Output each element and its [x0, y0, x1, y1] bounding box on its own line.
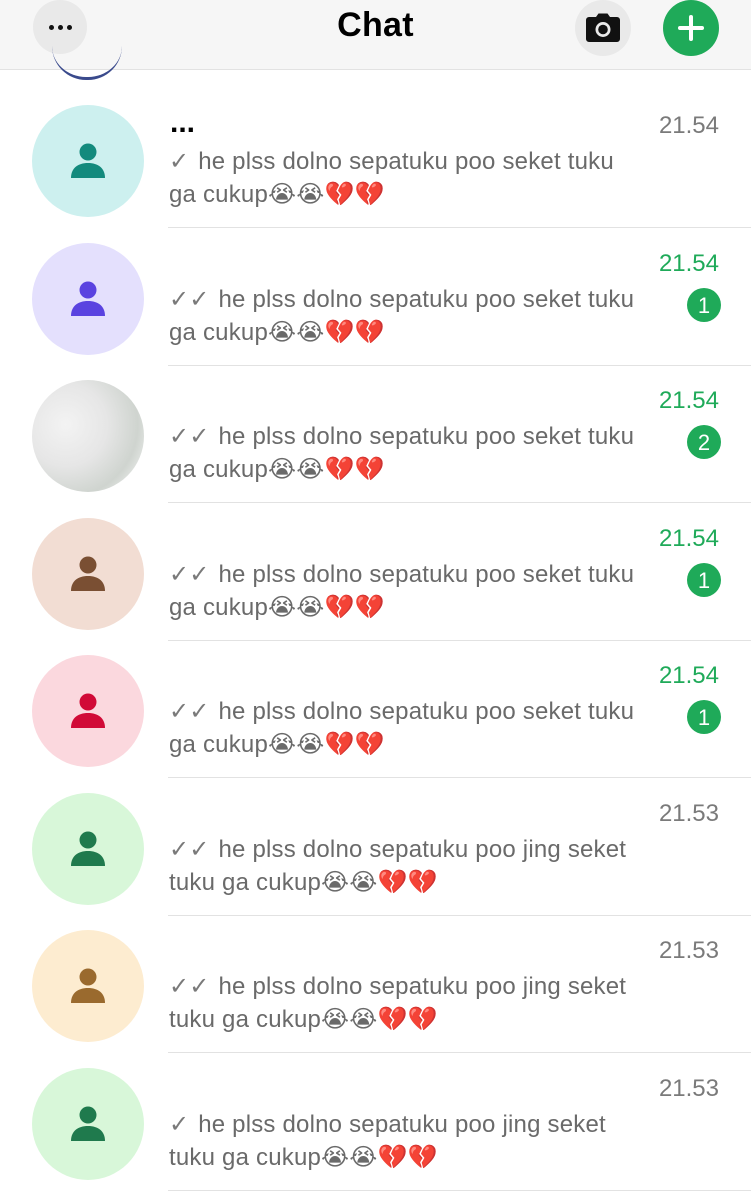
chat-row[interactable]: ✓✓ he plss dolno sepatuku poo seket tuku…	[0, 228, 751, 366]
message-preview: ✓ he plss dolno sepatuku poo jing seket …	[169, 1108, 644, 1174]
check-icon: ✓	[169, 1111, 190, 1138]
message-text: he plss dolno sepatuku poo seket tuku ga…	[169, 286, 635, 346]
message-text: he plss dolno sepatuku poo jing seket tu…	[169, 973, 627, 1033]
camera-icon	[586, 13, 620, 42]
avatar[interactable]	[32, 793, 144, 905]
message-preview: ✓✓ he plss dolno sepatuku poo seket tuku…	[169, 283, 644, 349]
chat-row[interactable]: ✓✓ he plss dolno sepatuku poo jing seket…	[0, 778, 751, 916]
avatar[interactable]	[32, 380, 144, 492]
avatar[interactable]	[32, 1068, 144, 1180]
person-icon	[71, 556, 105, 591]
contact-name	[170, 244, 630, 278]
chat-row[interactable]: ✓✓ he plss dolno sepatuku poo seket tuku…	[0, 503, 751, 641]
avatar[interactable]	[32, 105, 144, 217]
message-preview: ✓✓ he plss dolno sepatuku poo seket tuku…	[169, 558, 644, 624]
camera-button[interactable]	[575, 0, 631, 56]
chat-row[interactable]: ✓✓ he plss dolno sepatuku poo seket tuku…	[0, 365, 751, 503]
chat-row[interactable]: ... ✓ he plss dolno sepatuku poo seket tu…	[0, 90, 751, 228]
page-title: Chat	[337, 6, 414, 44]
double-check-icon: ✓✓	[169, 561, 210, 588]
person-icon	[71, 1106, 105, 1141]
contact-name: ...	[170, 106, 196, 139]
avatar[interactable]	[52, 46, 122, 80]
message-text: he plss dolno sepatuku poo jing seket tu…	[169, 836, 627, 896]
message-text: he plss dolno sepatuku poo jing seket tu…	[169, 1111, 606, 1171]
divider	[168, 1190, 751, 1191]
plus-icon	[678, 15, 704, 41]
unread-badge: 1	[687, 700, 721, 734]
message-text: he plss dolno sepatuku poo seket tuku ga…	[169, 148, 614, 208]
contact-name	[170, 519, 630, 553]
message-preview: ✓✓ he plss dolno sepatuku poo jing seket…	[169, 833, 644, 899]
timestamp: 21.53	[658, 800, 719, 827]
contact-name	[170, 1069, 630, 1103]
timestamp: 21.54	[658, 662, 719, 689]
person-icon	[71, 143, 105, 178]
avatar[interactable]	[32, 930, 144, 1042]
unread-badge: 1	[687, 563, 721, 597]
person-icon	[71, 968, 105, 1003]
timestamp: 21.54	[658, 250, 719, 277]
double-check-icon: ✓✓	[169, 286, 210, 313]
timestamp: 21.54	[658, 387, 719, 414]
timestamp: 21.53	[658, 937, 719, 964]
message-text: he plss dolno sepatuku poo seket tuku ga…	[169, 698, 635, 758]
chat-row[interactable]: ✓✓ he plss dolno sepatuku poo jing seket…	[0, 915, 751, 1053]
person-icon	[71, 831, 105, 866]
message-preview: ✓✓ he plss dolno sepatuku poo seket tuku…	[169, 420, 644, 486]
avatar[interactable]	[32, 243, 144, 355]
new-chat-button[interactable]	[663, 0, 719, 56]
message-preview: ✓✓ he plss dolno sepatuku poo seket tuku…	[169, 695, 644, 761]
double-check-icon: ✓✓	[169, 698, 210, 725]
contact-name	[170, 931, 630, 965]
unread-badge: 1	[687, 288, 721, 322]
contact-name	[170, 656, 630, 690]
double-check-icon: ✓✓	[169, 423, 210, 450]
double-check-icon: ✓✓	[169, 973, 210, 1000]
message-text: he plss dolno sepatuku poo seket tuku ga…	[169, 423, 635, 483]
chat-row[interactable]: ✓ he plss dolno sepatuku poo jing seket …	[0, 1053, 751, 1191]
message-preview: ✓✓ he plss dolno sepatuku poo jing seket…	[169, 970, 644, 1036]
person-icon	[71, 281, 105, 316]
timestamp: 21.54	[658, 525, 719, 552]
contact-name	[170, 794, 630, 828]
double-check-icon: ✓✓	[169, 836, 210, 863]
unread-badge: 2	[687, 425, 721, 459]
person-icon	[71, 693, 105, 728]
check-icon: ✓	[169, 148, 190, 175]
chat-row[interactable]: ✓✓ he plss dolno sepatuku poo seket tuku…	[0, 640, 751, 778]
avatar[interactable]	[32, 518, 144, 630]
message-text: he plss dolno sepatuku poo seket tuku ga…	[169, 561, 635, 621]
contact-name	[170, 381, 630, 415]
timestamp: 21.53	[658, 1075, 719, 1102]
avatar[interactable]	[32, 655, 144, 767]
message-preview: ✓ he plss dolno sepatuku poo seket tuku …	[169, 145, 644, 211]
timestamp: 21.54	[658, 112, 719, 139]
